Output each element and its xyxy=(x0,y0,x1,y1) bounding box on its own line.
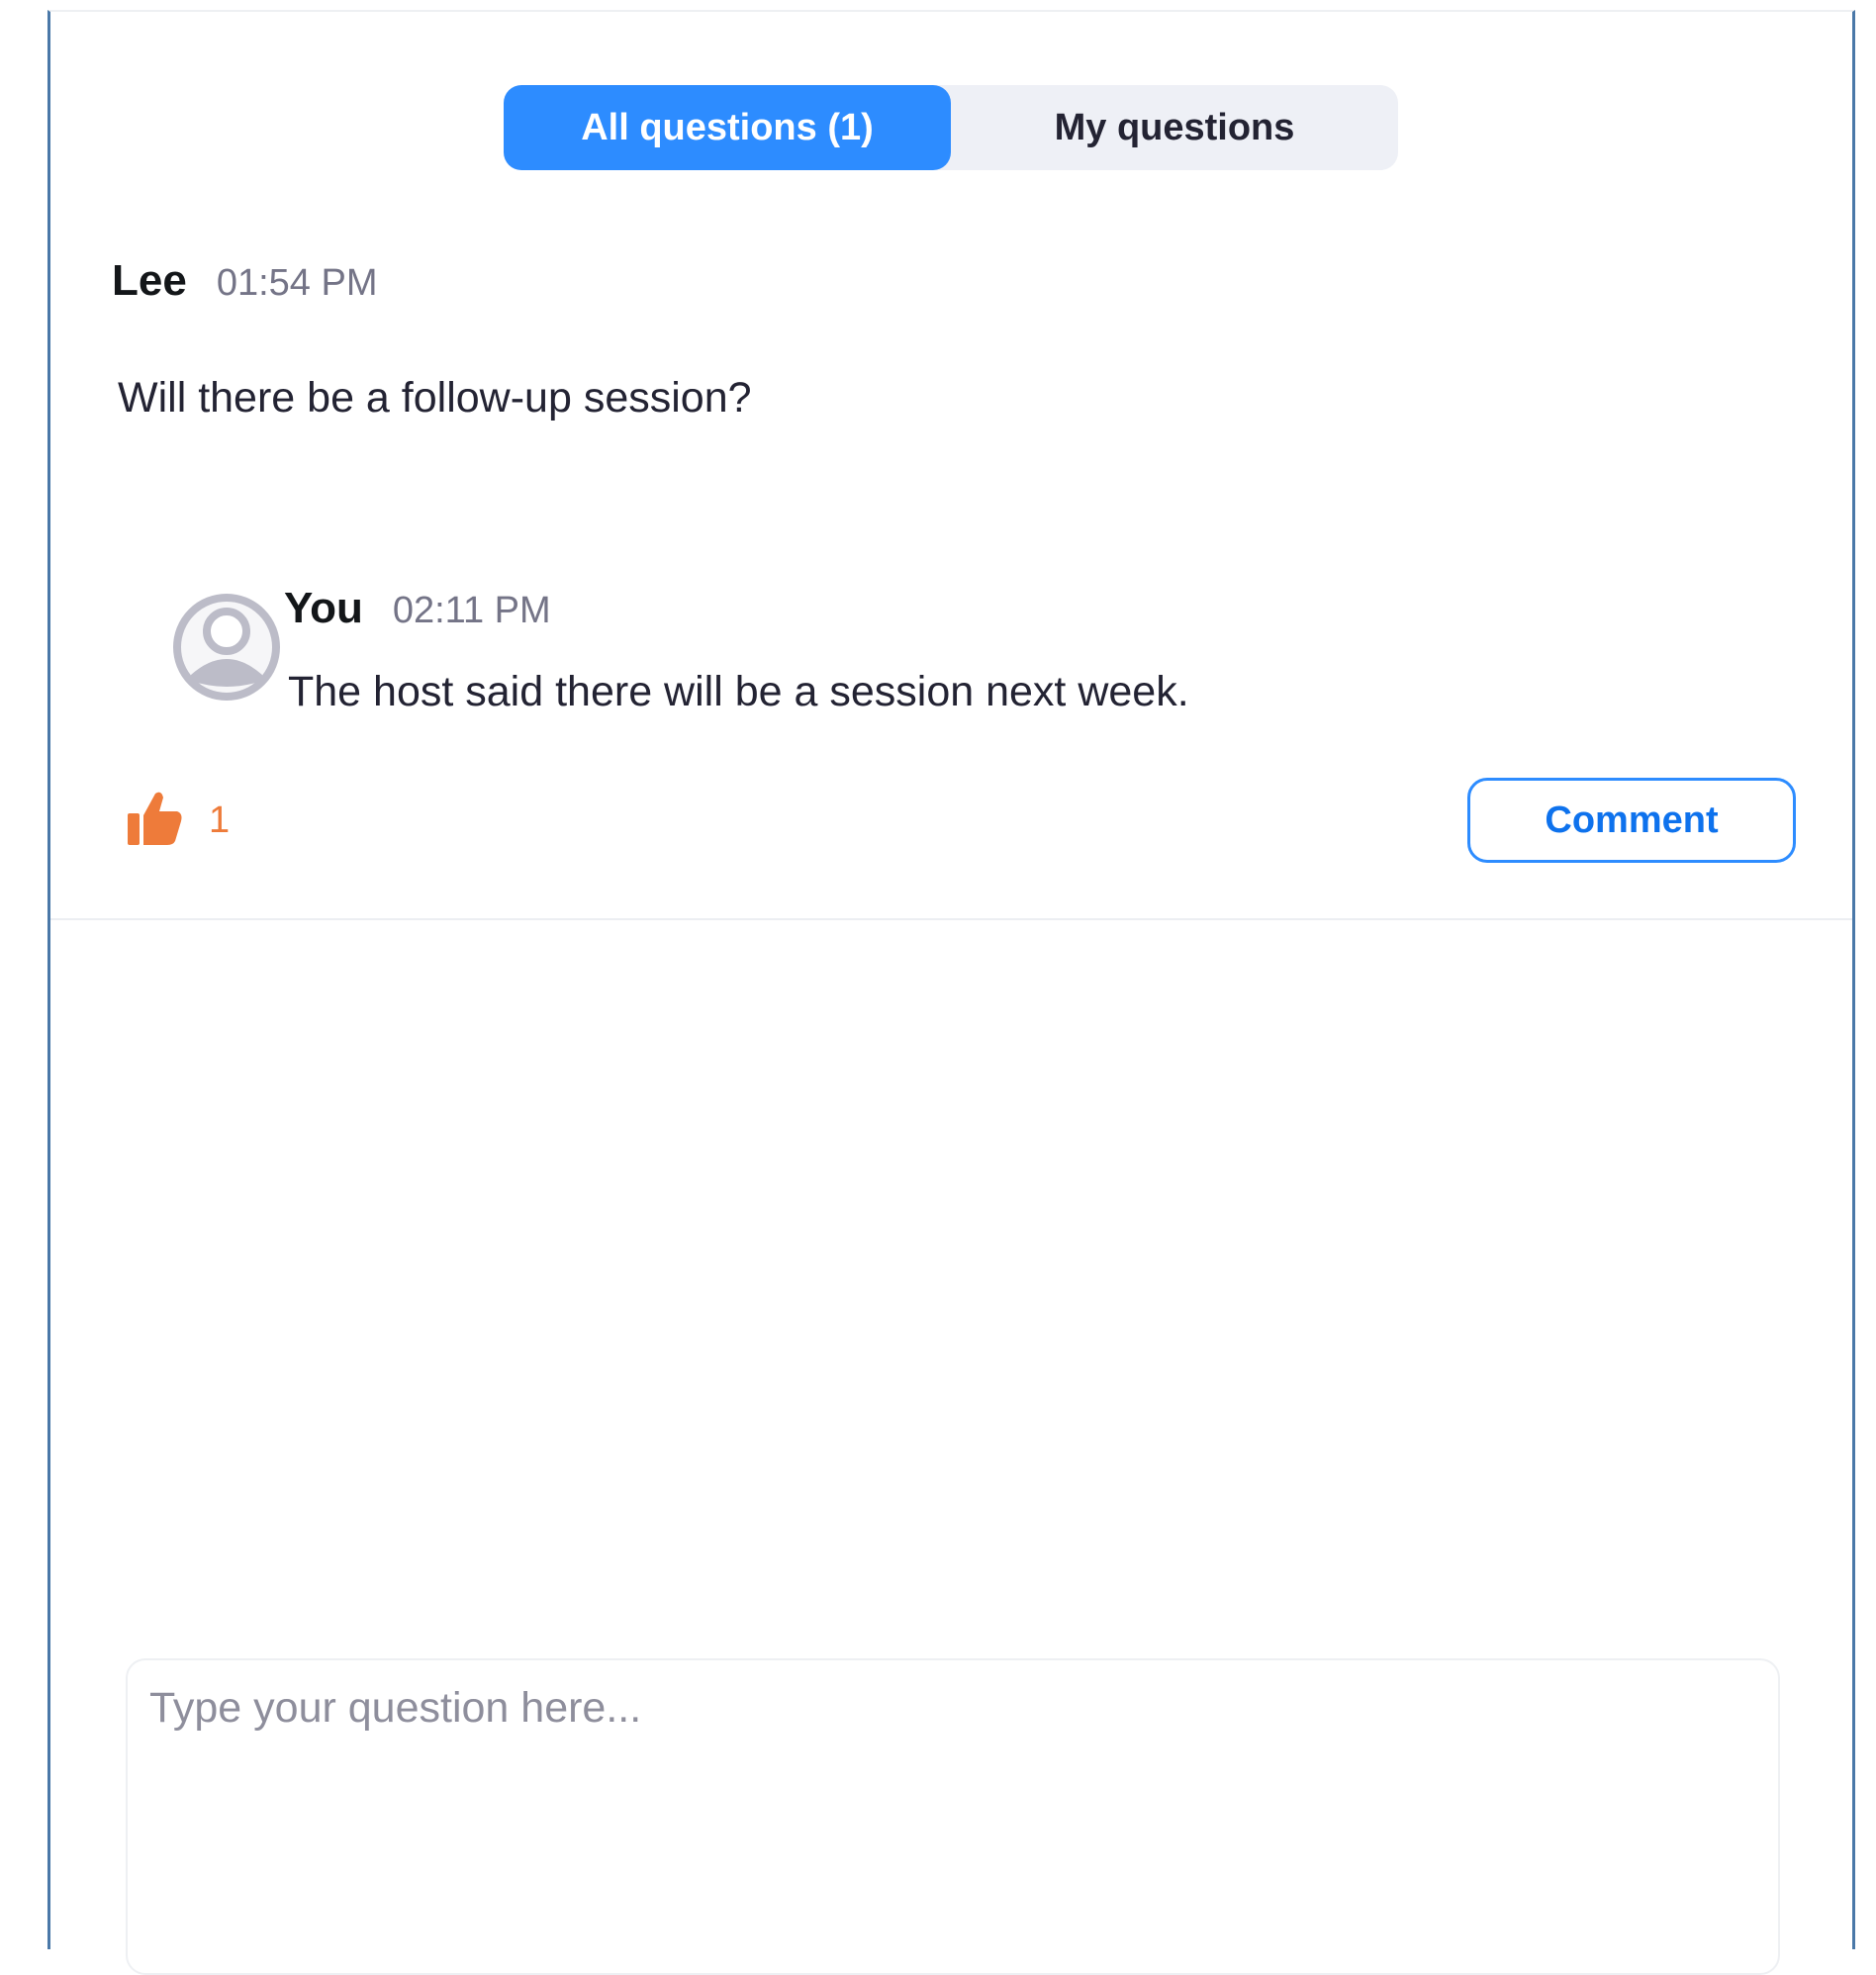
question-header: Lee 01:54 PM xyxy=(112,256,377,306)
question-author-name: Lee xyxy=(112,256,187,305)
reply-text: The host said there will be a session ne… xyxy=(288,668,1189,715)
upvote-count: 1 xyxy=(209,799,231,841)
reply-timestamp: 02:11 PM xyxy=(392,590,551,631)
reply-author-name: You xyxy=(284,584,363,632)
question-text: Will there be a follow-up session? xyxy=(118,374,752,422)
qa-panel: All questions (1) My questions Lee 01:54… xyxy=(47,10,1855,1975)
thumbs-up-icon xyxy=(128,790,183,852)
comment-button[interactable]: Comment xyxy=(1467,778,1796,863)
question-timestamp: 01:54 PM xyxy=(216,262,378,304)
upvote-button[interactable]: 1 xyxy=(128,790,230,852)
question-input[interactable] xyxy=(126,1658,1780,1975)
user-avatar-icon xyxy=(173,594,280,701)
question-tabs: All questions (1) My questions xyxy=(504,85,1398,170)
tab-my-questions[interactable]: My questions xyxy=(951,85,1398,170)
divider xyxy=(50,918,1852,920)
tab-all-questions[interactable]: All questions (1) xyxy=(504,85,951,170)
reply-header: You 02:11 PM xyxy=(284,584,551,633)
